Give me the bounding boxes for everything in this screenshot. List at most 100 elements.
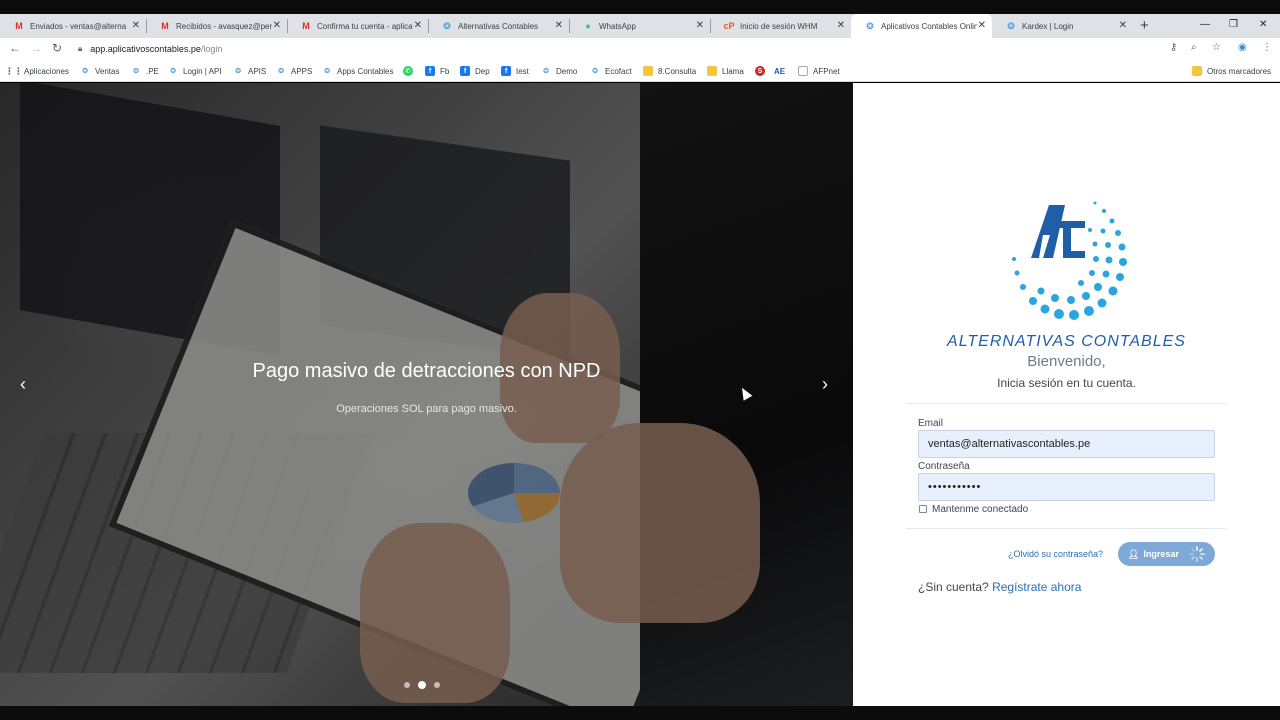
bookmark-item[interactable]: ❂ Ecofact bbox=[590, 64, 632, 78]
bookmark-item[interactable]: f test bbox=[501, 64, 529, 78]
folder-icon bbox=[643, 66, 653, 76]
alternativas-contables-logo bbox=[1012, 201, 1127, 320]
bookmark-label: Otros marcadores bbox=[1207, 66, 1272, 76]
tab-title: Confirma tu cuenta - aplicat bbox=[317, 21, 413, 31]
other-bookmarks[interactable]: Otros marcadores bbox=[1192, 64, 1271, 78]
bookmark-item[interactable]: ❂ Apps Contables bbox=[322, 64, 393, 78]
bookmark-item[interactable]: S bbox=[755, 64, 770, 78]
url-host: app.aplicativoscontables.pe bbox=[90, 44, 201, 54]
menu-icon[interactable]: ⋮ bbox=[1262, 42, 1272, 53]
tab-title: Kardex | Login bbox=[1022, 21, 1074, 31]
bookmark-label: Demo bbox=[556, 66, 578, 76]
folder-icon bbox=[707, 66, 717, 76]
bookmark-item[interactable]: AFPnet bbox=[798, 64, 840, 78]
gmail-icon: M bbox=[302, 21, 310, 31]
bookmark-item[interactable]: ❂ APPS bbox=[276, 64, 312, 78]
browser-tab[interactable]: M Confirma tu cuenta - aplicat ✕ bbox=[287, 14, 428, 38]
register-link[interactable]: Regístrate ahora bbox=[992, 580, 1081, 594]
app-icon: ❂ bbox=[543, 68, 549, 75]
app-icon: ❂ bbox=[170, 68, 176, 75]
carousel-next-icon[interactable]: › bbox=[822, 375, 828, 393]
browser-tab[interactable]: M Recibidos - avasquez@peru ✕ bbox=[146, 14, 287, 38]
bookmark-whatsapp[interactable]: ✆ bbox=[403, 64, 418, 78]
divider bbox=[906, 528, 1226, 529]
slide-subtitle: Operaciones SOL para pago masivo. bbox=[336, 403, 517, 415]
bookmark-item[interactable]: ❂ Ventas bbox=[80, 64, 119, 78]
bookmark-label: Apps Contables bbox=[337, 66, 394, 76]
screen-top-border bbox=[0, 0, 1280, 14]
gmail-icon: M bbox=[15, 21, 23, 31]
bookmark-label: APIS bbox=[248, 66, 267, 76]
whatsapp-icon: ● bbox=[585, 21, 591, 31]
star-icon[interactable]: ☆ bbox=[1212, 42, 1221, 53]
bookmark-item[interactable]: f Fb bbox=[425, 64, 449, 78]
address-bar[interactable]: 🔒︎ app.aplicativoscontables.pe/login bbox=[78, 41, 222, 57]
hero-carousel: Pago masivo de detracciones con NPD Oper… bbox=[0, 83, 853, 706]
login-button-label: Ingresar bbox=[1143, 549, 1179, 559]
app-icon: ❂ bbox=[324, 68, 330, 75]
gmail-icon: M bbox=[161, 21, 169, 31]
browser-tab[interactable]: M Enviados - ventas@alternat ✕ bbox=[0, 14, 146, 38]
email-field[interactable] bbox=[918, 430, 1215, 458]
bookmark-item[interactable]: ❂ .PE bbox=[131, 64, 159, 78]
close-icon[interactable]: ✕ bbox=[696, 20, 704, 32]
app-icon: ❂ bbox=[278, 68, 284, 75]
no-account-text: ¿Sin cuenta? bbox=[918, 580, 989, 594]
forward-icon[interactable]: → bbox=[30, 41, 42, 55]
close-icon[interactable]: ✕ bbox=[978, 20, 986, 32]
close-icon[interactable]: ✕ bbox=[1119, 20, 1127, 32]
app-icon: ❂ bbox=[82, 68, 88, 75]
restore-icon[interactable]: ❐ bbox=[1229, 19, 1238, 30]
remember-checkbox[interactable] bbox=[919, 505, 927, 513]
loading-spinner-icon bbox=[1189, 546, 1205, 562]
close-icon[interactable]: ✕ bbox=[555, 20, 563, 32]
bookmark-folder[interactable]: Llama bbox=[707, 64, 744, 78]
minimize-icon[interactable]: — bbox=[1200, 19, 1210, 30]
bookmark-apps[interactable]: ⋮⋮ Aplicaciones bbox=[5, 64, 69, 78]
window-close-icon[interactable]: ✕ bbox=[1259, 19, 1267, 30]
browser-tab[interactable]: ❂ Alternativas Contables ✕ bbox=[428, 14, 569, 38]
password-field[interactable] bbox=[918, 473, 1215, 501]
reload-icon[interactable]: ↻ bbox=[52, 41, 62, 55]
cpanel-icon: cP bbox=[723, 21, 735, 31]
key-icon[interactable]: ⚷ bbox=[1170, 42, 1177, 53]
carousel-dot-active[interactable] bbox=[418, 681, 426, 689]
bookmark-label: Ventas bbox=[95, 66, 120, 76]
close-icon[interactable]: ✕ bbox=[837, 20, 845, 32]
password-label: Contraseña bbox=[918, 461, 970, 472]
close-icon[interactable]: ✕ bbox=[414, 20, 422, 32]
carousel-indicators bbox=[404, 681, 440, 689]
tab-title: WhatsApp bbox=[599, 21, 636, 31]
browser-tab[interactable]: ❂ Kardex | Login ✕ bbox=[992, 14, 1133, 38]
bookmark-item[interactable]: ❂ Demo bbox=[541, 64, 577, 78]
browser-tab[interactable]: cP Inicio de sesión WHM ✕ bbox=[710, 14, 851, 38]
carousel-dot[interactable] bbox=[404, 682, 410, 688]
back-icon[interactable]: ← bbox=[9, 41, 21, 55]
bookmark-label: 8.Consulta bbox=[658, 66, 697, 76]
browser-tab-strip: M Enviados - ventas@alternat ✕ M Recibid… bbox=[0, 14, 1280, 38]
profile-icon[interactable]: ◉ bbox=[1238, 42, 1247, 53]
brand-name: ALTERNATIVAS CONTABLES bbox=[947, 333, 1186, 350]
zoom-icon[interactable]: ⌕ bbox=[1191, 42, 1197, 53]
app-icon: ❂ bbox=[235, 68, 241, 75]
carousel-prev-icon[interactable]: ‹ bbox=[20, 375, 26, 393]
tab-title: Recibidos - avasquez@peru bbox=[176, 21, 272, 31]
forgot-password-link[interactable]: ¿Olvidó su contraseña? bbox=[1008, 549, 1103, 559]
bookmark-item[interactable]: f Dep bbox=[460, 64, 490, 78]
browser-tab-active[interactable]: ❂ Aplicativos Contables Onlin ✕ bbox=[851, 14, 992, 38]
new-tab-icon[interactable]: + bbox=[1140, 18, 1149, 33]
bookmark-item[interactable]: ❂ APIS bbox=[233, 64, 266, 78]
bookmark-label: test bbox=[516, 66, 529, 76]
close-icon[interactable]: ✕ bbox=[273, 20, 281, 32]
browser-tab[interactable]: ● WhatsApp ✕ bbox=[569, 14, 710, 38]
login-subtitle: Inicia sesión en tu cuenta. bbox=[997, 376, 1136, 390]
bookmark-item[interactable]: ❂ Login | API bbox=[168, 64, 222, 78]
bookmark-label: Fb bbox=[440, 66, 450, 76]
bookmark-folder[interactable]: 8.Consulta bbox=[643, 64, 696, 78]
close-icon[interactable]: ✕ bbox=[132, 20, 140, 32]
carousel-dot[interactable] bbox=[434, 682, 440, 688]
login-button[interactable]: 👤︎ Ingresar bbox=[1118, 542, 1215, 566]
bookmark-item[interactable]: AE bbox=[774, 64, 785, 78]
facebook-icon: f bbox=[460, 66, 470, 76]
tab-title: Inicio de sesión WHM bbox=[740, 21, 818, 31]
